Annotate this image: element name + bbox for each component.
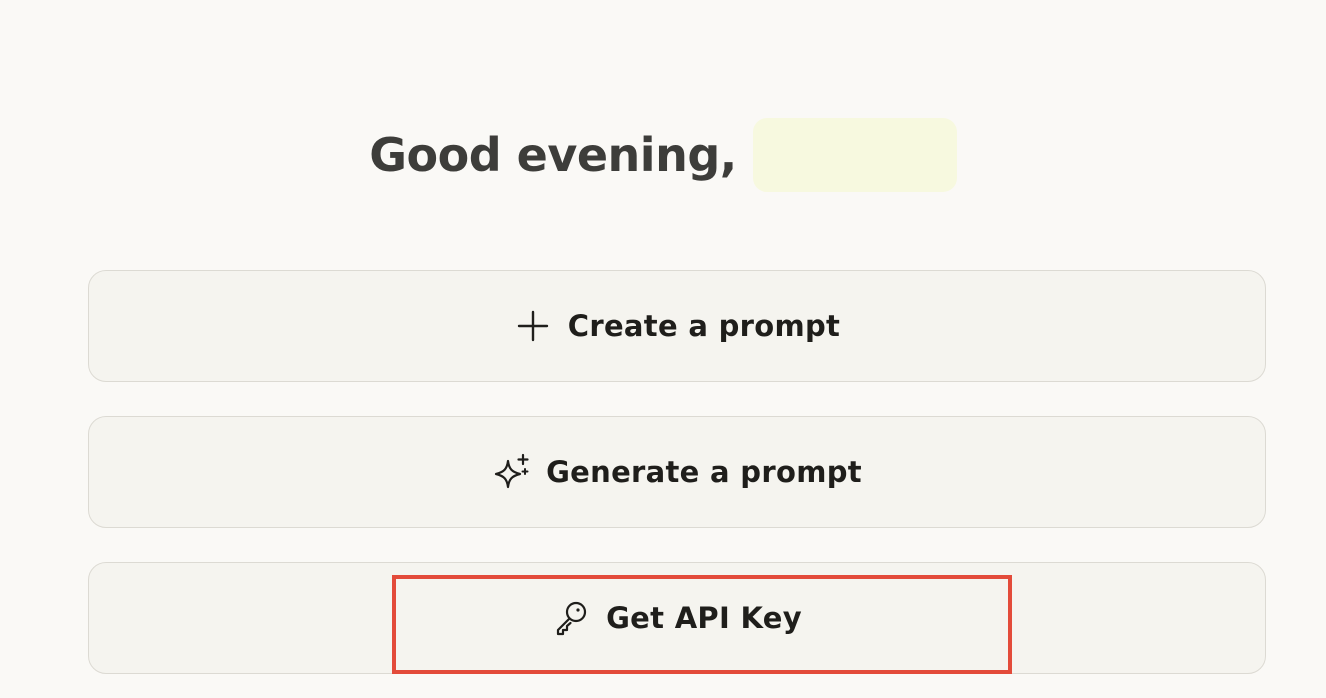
- greeting-text: Good evening,: [369, 128, 737, 182]
- get-api-key-button[interactable]: Get API Key: [88, 562, 1266, 674]
- key-icon: [552, 599, 590, 637]
- get-api-key-label: Get API Key: [606, 601, 802, 635]
- user-name-redaction: [752, 118, 957, 192]
- create-prompt-label: Create a prompt: [567, 309, 841, 343]
- generate-prompt-label: Generate a prompt: [546, 455, 862, 489]
- plus-icon: [514, 307, 552, 345]
- greeting-header: Good evening,: [0, 118, 1326, 192]
- generate-prompt-button[interactable]: Generate a prompt: [88, 416, 1266, 528]
- sparkle-icon: [492, 453, 530, 491]
- create-prompt-button[interactable]: Create a prompt: [88, 270, 1266, 382]
